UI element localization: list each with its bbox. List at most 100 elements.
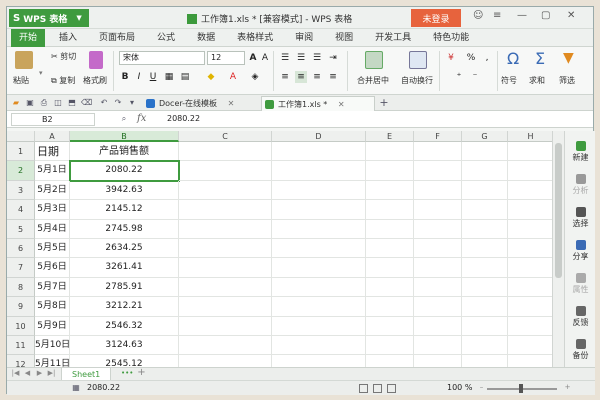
cell[interactable] (179, 142, 272, 162)
cell[interactable]: 5月2日 (35, 180, 70, 201)
cell[interactable] (462, 180, 508, 201)
row-header[interactable]: 8 (7, 277, 35, 298)
column-header[interactable]: B (70, 131, 179, 142)
cell[interactable] (414, 142, 462, 162)
cell[interactable] (462, 355, 508, 367)
column-header[interactable]: C (179, 131, 272, 142)
side-panel-item[interactable]: 新建 (565, 141, 596, 163)
calculator-icon[interactable]: ▦ (71, 383, 81, 393)
cell[interactable] (179, 277, 272, 298)
cell[interactable] (179, 316, 272, 336)
scroll-thumb[interactable] (555, 143, 562, 278)
cell[interactable] (272, 297, 366, 317)
cell[interactable] (508, 220, 552, 239)
page-break-view-icon[interactable] (387, 384, 396, 393)
cell[interactable] (414, 355, 462, 367)
cell[interactable]: 5月3日 (35, 200, 70, 220)
cell[interactable] (272, 161, 366, 181)
cell[interactable]: 5月11日 (35, 355, 70, 367)
last-sheet-icon[interactable]: ▶| (47, 369, 56, 377)
cell[interactable] (272, 316, 366, 336)
cell[interactable] (462, 200, 508, 220)
cell[interactable] (366, 161, 414, 181)
side-panel-item[interactable]: 备份 (565, 339, 596, 361)
cell[interactable] (414, 316, 462, 336)
cell[interactable] (414, 297, 462, 317)
cell[interactable] (414, 219, 462, 239)
cell[interactable] (272, 142, 366, 162)
page-layout-view-icon[interactable] (373, 384, 382, 393)
cell[interactable] (462, 219, 508, 239)
cell[interactable] (179, 258, 272, 278)
cell[interactable] (272, 336, 366, 356)
column-header[interactable]: H (508, 131, 552, 142)
cell[interactable] (462, 277, 508, 298)
cell[interactable] (272, 239, 366, 259)
cell[interactable] (366, 219, 414, 239)
cell[interactable] (272, 200, 366, 220)
cell[interactable] (366, 200, 414, 220)
column-header[interactable]: F (414, 131, 462, 142)
row-header[interactable]: 10 (7, 316, 35, 336)
add-sheet-icon[interactable]: + (137, 367, 146, 378)
cell[interactable]: 5月8日 (35, 297, 70, 317)
column-header[interactable]: E (366, 131, 414, 142)
cell[interactable] (366, 239, 414, 259)
cell[interactable] (272, 277, 366, 298)
select-all-corner[interactable] (7, 131, 35, 142)
normal-view-icon[interactable] (359, 384, 368, 393)
cell[interactable] (462, 316, 508, 336)
cell[interactable] (366, 180, 414, 201)
cell[interactable] (508, 317, 552, 336)
cell[interactable] (462, 336, 508, 356)
cell[interactable] (179, 180, 272, 201)
first-sheet-icon[interactable]: |◀ (11, 369, 20, 377)
cell[interactable]: 5月7日 (35, 277, 70, 298)
column-header[interactable]: A (35, 131, 70, 142)
prev-sheet-icon[interactable]: ◀ (23, 369, 32, 377)
cell[interactable] (272, 180, 366, 201)
cell[interactable]: 2634.25 (70, 239, 179, 259)
cell[interactable] (414, 180, 462, 201)
cell[interactable] (272, 219, 366, 239)
cell[interactable] (414, 200, 462, 220)
cell[interactable] (272, 258, 366, 278)
cell[interactable] (179, 355, 272, 367)
cell[interactable] (462, 239, 508, 259)
cell[interactable] (508, 181, 552, 201)
cell[interactable] (414, 277, 462, 298)
cell[interactable]: 2080.22 (69, 160, 180, 182)
cell[interactable] (179, 219, 272, 239)
cell[interactable] (414, 161, 462, 181)
side-panel-item[interactable]: 反馈 (565, 306, 596, 328)
cell[interactable]: 5月9日 (35, 316, 70, 336)
cell[interactable] (508, 336, 552, 356)
spreadsheet-grid[interactable]: A B C D E F G H 1 日期 产品销售额 2 5月1日 2080.22 3 5月2日 3942.63… (7, 131, 552, 367)
column-header[interactable]: D (272, 131, 366, 142)
cell[interactable] (462, 161, 508, 181)
cell[interactable]: 3124.63 (70, 336, 179, 356)
cell[interactable]: 5月1日 (35, 161, 70, 181)
cell[interactable] (508, 142, 552, 162)
side-panel-item[interactable]: 属性 (565, 273, 596, 295)
cell[interactable]: 3942.63 (70, 180, 179, 201)
cell[interactable]: 3212.21 (70, 297, 179, 317)
cell[interactable] (366, 336, 414, 356)
cell[interactable] (179, 200, 272, 220)
row-header[interactable]: 6 (7, 239, 35, 259)
cell[interactable] (366, 277, 414, 298)
row-header[interactable]: 9 (7, 297, 35, 317)
cell[interactable]: 3261.41 (70, 258, 179, 278)
cell[interactable]: 5月4日 (35, 219, 70, 239)
cell[interactable] (462, 297, 508, 317)
row-header[interactable]: 11 (7, 336, 35, 356)
cell[interactable] (508, 297, 552, 317)
cell[interactable]: 2745.98 (70, 219, 179, 239)
cell[interactable] (508, 161, 552, 181)
cell[interactable] (366, 355, 414, 367)
cell[interactable]: 日期 (35, 142, 70, 162)
cell[interactable]: 2145.12 (70, 200, 179, 220)
cell[interactable] (508, 200, 552, 220)
cell[interactable] (508, 278, 552, 298)
cell[interactable]: 5月5日 (35, 239, 70, 259)
